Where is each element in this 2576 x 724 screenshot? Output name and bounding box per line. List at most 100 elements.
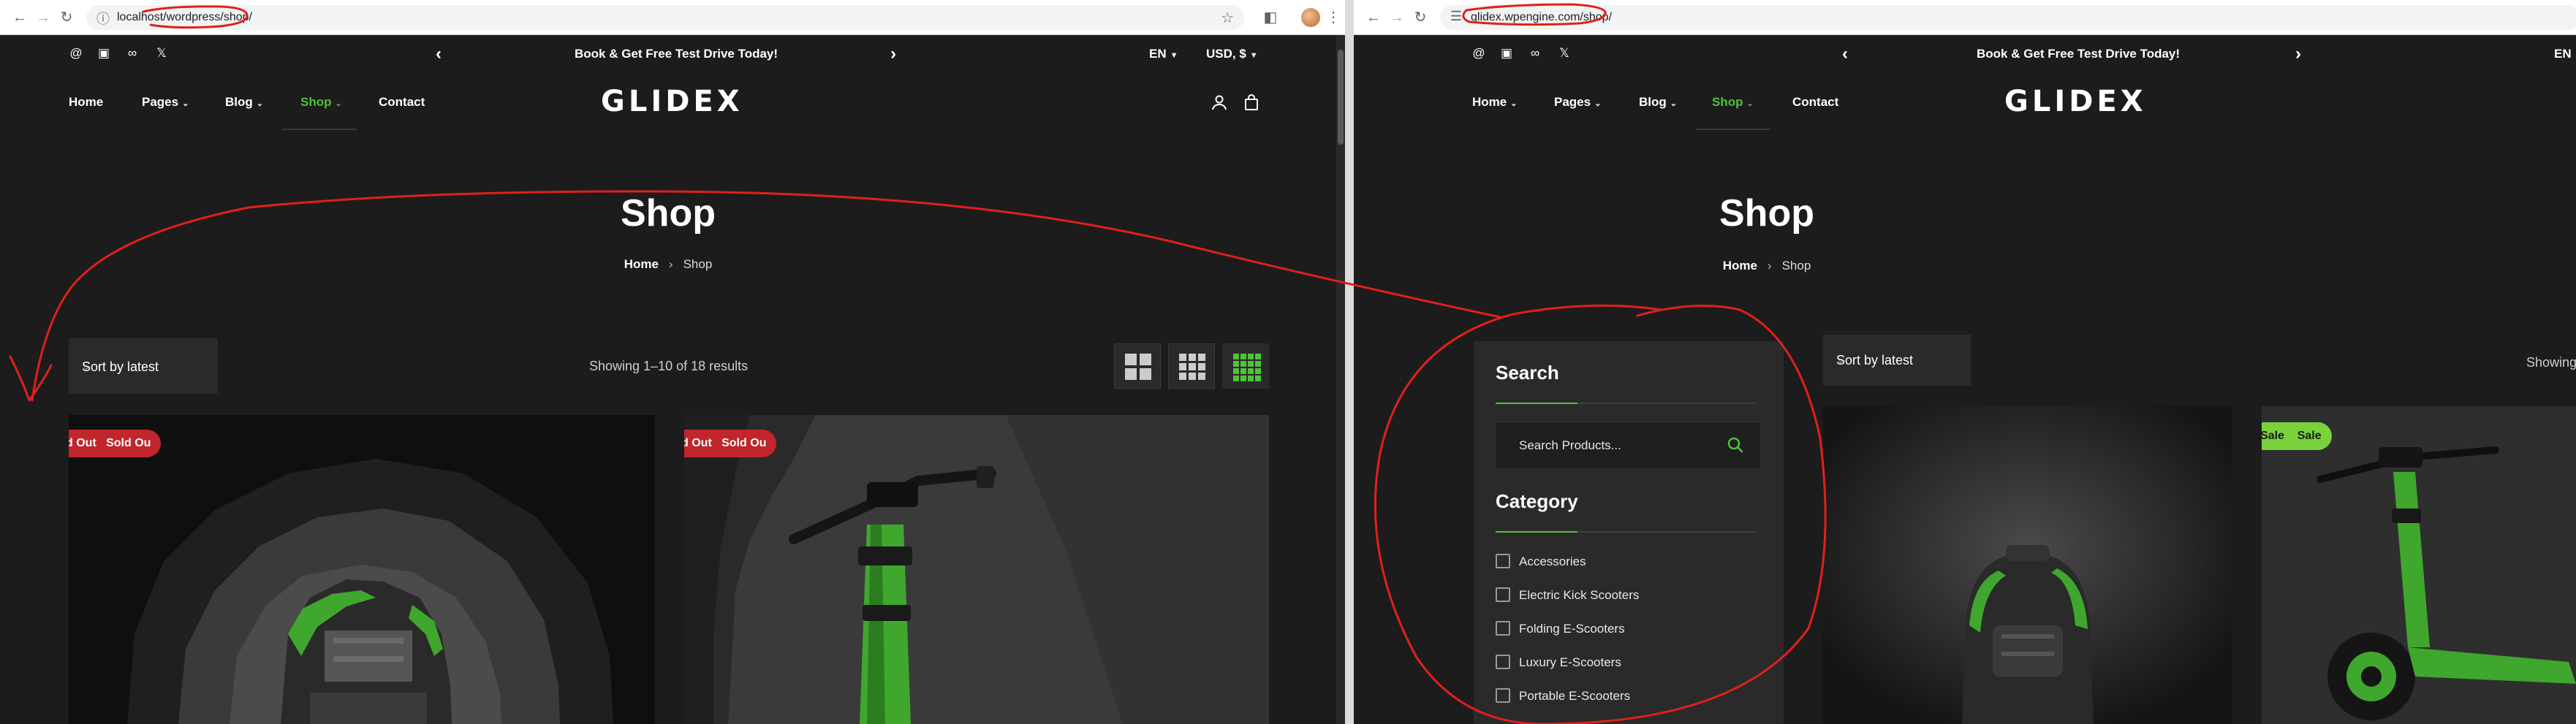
back-arrow-icon[interactable]: ← — [10, 8, 29, 27]
site-logo[interactable]: GLIDEX — [601, 85, 743, 118]
language-select[interactable]: EN ▼ — [1149, 47, 1178, 61]
chevron-right-icon: › — [668, 257, 673, 271]
grid-3-button[interactable] — [1168, 343, 1215, 389]
nav-home[interactable]: Home ⌄ — [1472, 95, 1517, 110]
search-icon[interactable] — [1727, 436, 1744, 454]
meta-icon[interactable]: ∞ — [124, 45, 140, 61]
nav-contact[interactable]: Contact — [379, 95, 425, 110]
sold-out-badge: d Out Sold Ou — [684, 430, 777, 457]
product-card-backpack[interactable]: d Out Sold Ou — [69, 415, 655, 724]
address-bar[interactable]: ⓘ localhost/wordpress/shop/ ☆ — [86, 5, 1244, 30]
grid-4-icon — [1233, 354, 1261, 381]
bookmark-star-icon[interactable]: ☆ — [1221, 9, 1234, 27]
language-select[interactable]: EN — [2554, 47, 2572, 61]
badge-label: Sold Ou — [106, 437, 151, 449]
chevron-down-icon: ⌄ — [182, 99, 189, 108]
chevron-down-icon: ⌄ — [1746, 99, 1754, 108]
chevron-down-icon: ⌄ — [1836, 354, 1845, 365]
nav-pages[interactable]: Pages ⌄ — [142, 95, 189, 110]
site-logo[interactable]: GLIDEX — [2004, 85, 2147, 118]
product-card-scooter[interactable]: Sale Sale — [2262, 406, 2576, 724]
profile-avatar[interactable] — [1301, 8, 1320, 27]
checkbox[interactable] — [1496, 688, 1510, 703]
address-bar[interactable]: ☰ glidex.wpengine.com/shop/ — [1440, 5, 2576, 30]
grid-4-button[interactable] — [1222, 343, 1269, 389]
promo-next-icon[interactable]: › — [890, 44, 896, 64]
chevron-down-icon: ▼ — [1170, 51, 1178, 60]
promo-next-icon[interactable]: › — [2295, 44, 2301, 64]
results-count: Showing 1–10 of 18 results — [589, 359, 749, 373]
checkbox[interactable] — [1496, 587, 1510, 602]
grid-3-icon — [1179, 354, 1205, 380]
breadcrumb-home[interactable]: Home — [624, 257, 659, 271]
threads-icon[interactable]: @ — [68, 45, 84, 61]
breadcrumb-home[interactable]: Home — [1723, 259, 1757, 273]
nav-shop-underline — [1696, 129, 1770, 130]
cart-icon[interactable] — [1243, 94, 1260, 111]
grid-2-button[interactable] — [1114, 343, 1161, 389]
reload-icon[interactable]: ↻ — [57, 8, 76, 27]
meta-icon[interactable]: ∞ — [1527, 45, 1543, 61]
user-icon[interactable] — [1211, 94, 1228, 111]
product-card-scooter[interactable]: d Out Sold Ou — [684, 415, 1269, 724]
checkbox[interactable] — [1496, 554, 1510, 568]
nav-shop[interactable]: Shop ⌄ — [1712, 95, 1754, 110]
threads-icon[interactable]: @ — [1471, 45, 1487, 61]
product-search-input[interactable] — [1496, 423, 1715, 468]
breadcrumb-current: Shop — [683, 257, 713, 271]
nav-blog[interactable]: Blog ⌄ — [1639, 95, 1677, 110]
nav-shop[interactable]: Shop ⌄ — [300, 95, 342, 110]
language-label: EN — [2554, 47, 2572, 61]
product-card-backpack[interactable] — [1823, 406, 2232, 724]
sort-select[interactable]: Sort by latest ⌄ — [69, 338, 218, 394]
sort-select[interactable]: Sort by latest ⌄ — [1823, 335, 1971, 386]
breadcrumb: Home › Shop — [1354, 259, 2180, 273]
site-topbar: @ ▣ ∞ 𝕏 ‹ Book & Get Free Test Drive Tod… — [1354, 35, 2576, 72]
forward-arrow-icon[interactable]: → — [34, 8, 53, 27]
badge-label: Sale — [2297, 430, 2322, 442]
nav-shop-label: Shop — [1712, 95, 1743, 109]
x-icon[interactable]: 𝕏 — [154, 45, 170, 61]
nav-home[interactable]: Home — [69, 95, 103, 110]
site-info-icon[interactable]: ⓘ — [96, 9, 110, 28]
extensions-icon[interactable]: ◧ — [1260, 7, 1281, 28]
product-image-backpack — [69, 415, 655, 724]
currency-label: USD, $ — [1206, 47, 1246, 61]
heading-accent — [1496, 403, 1577, 404]
chevron-down-icon: ⌄ — [335, 99, 342, 108]
browser-toolbar: ← → ↻ ⓘ localhost/wordpress/shop/ ☆ ◧ ⋮ — [0, 0, 1345, 35]
instagram-icon[interactable]: ▣ — [96, 45, 112, 61]
chevron-down-icon: ⌄ — [82, 360, 91, 372]
nav-contact[interactable]: Contact — [1792, 95, 1838, 110]
category-label: Luxury E-Scooters — [1519, 655, 1621, 669]
instagram-icon[interactable]: ▣ — [1499, 45, 1515, 61]
nav-blog[interactable]: Blog ⌄ — [225, 95, 263, 110]
page-scrollbar[interactable] — [1336, 35, 1345, 724]
chevron-down-icon: ⌄ — [1670, 99, 1677, 108]
right-browser-window: ← → ↻ ☰ glidex.wpengine.com/shop/ @ ▣ ∞ … — [1354, 0, 2576, 724]
checkbox[interactable] — [1496, 655, 1510, 669]
chevron-down-icon: ▼ — [1249, 51, 1258, 60]
heading-divider — [1496, 403, 1756, 404]
currency-select[interactable]: USD, $ ▼ — [1206, 47, 1258, 61]
promo-text: Book & Get Free Test Drive Today! — [575, 47, 779, 61]
browser-menu-icon[interactable]: ⋮ — [1326, 7, 1341, 28]
promo-prev-icon[interactable]: ‹ — [436, 44, 442, 64]
product-search-form — [1496, 423, 1760, 468]
nav-shop-label: Shop — [300, 95, 332, 109]
promo-prev-icon[interactable]: ‹ — [1842, 44, 1848, 64]
reload-icon[interactable]: ↻ — [1411, 8, 1430, 27]
site-info-icon[interactable]: ☰ — [1450, 9, 1462, 24]
category-label: Portable E-Scooters — [1519, 689, 1631, 703]
checkbox[interactable] — [1496, 621, 1510, 636]
search-heading: Search — [1496, 362, 1559, 384]
nav-blog-label: Blog — [1639, 95, 1667, 109]
back-arrow-icon[interactable]: ← — [1364, 8, 1383, 27]
nav-pages-label: Pages — [1554, 95, 1591, 109]
page-title: Shop — [1719, 192, 1814, 235]
window-divider — [1345, 0, 1354, 724]
scrollbar-thumb[interactable] — [1338, 50, 1344, 145]
x-icon[interactable]: 𝕏 — [1556, 45, 1572, 61]
forward-arrow-icon[interactable]: → — [1387, 8, 1406, 27]
nav-pages[interactable]: Pages ⌄ — [1554, 95, 1601, 110]
